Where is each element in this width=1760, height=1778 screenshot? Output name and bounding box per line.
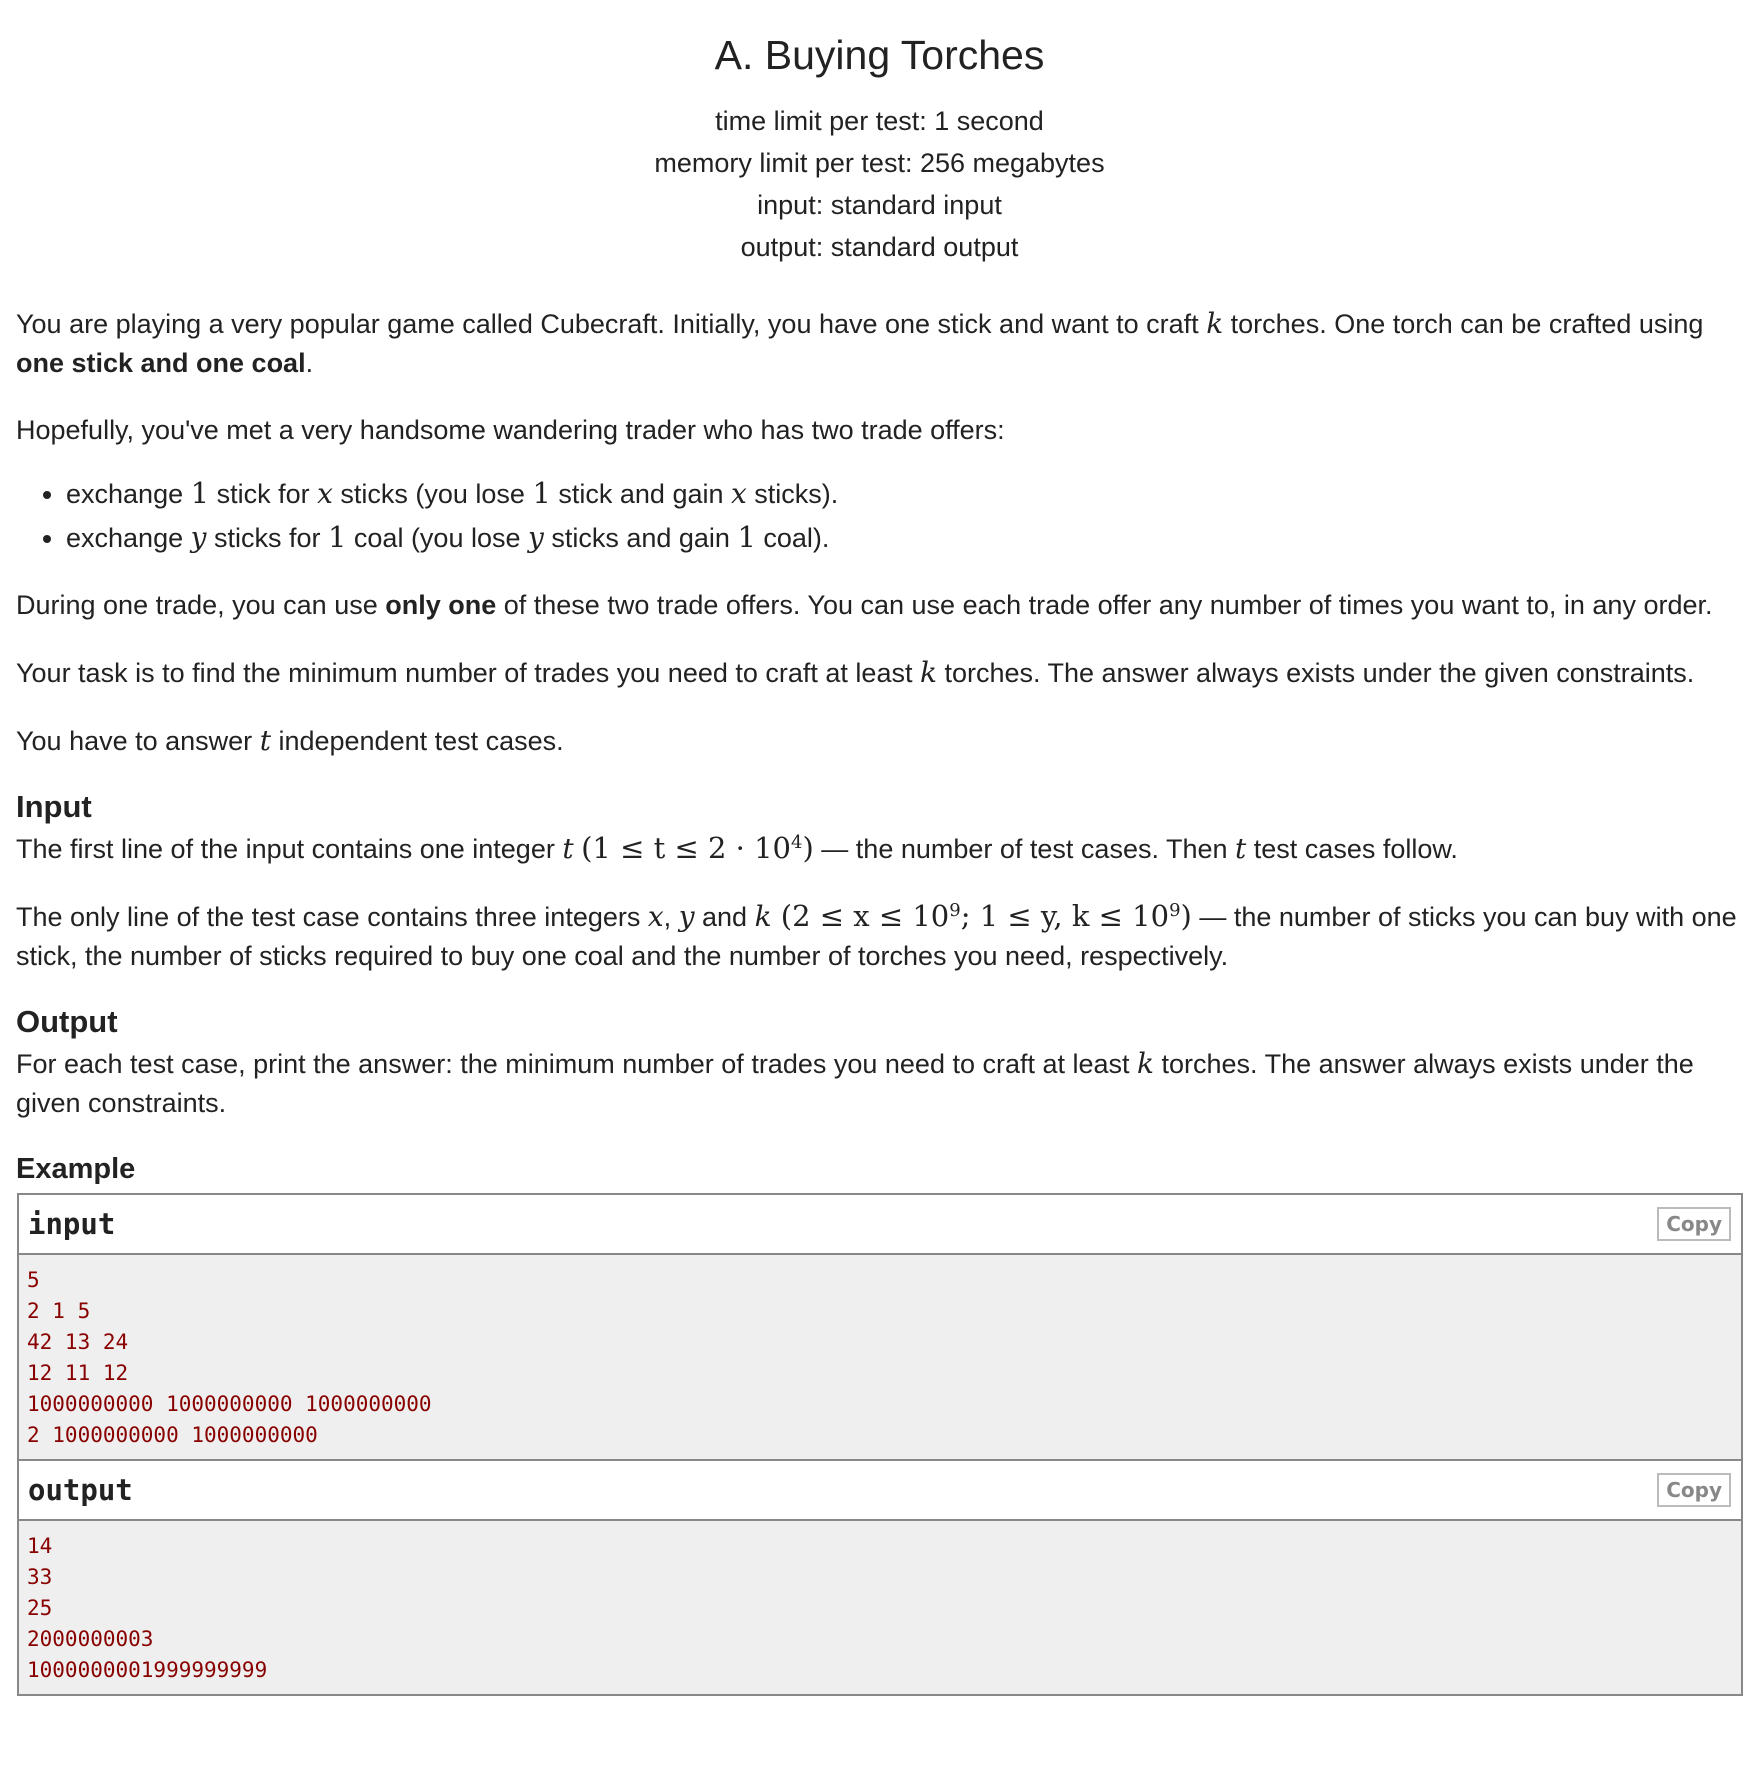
math-var: x	[647, 900, 664, 933]
legend-paragraph: Your task is to find the minimum number …	[16, 653, 1743, 693]
text: coal (you lose	[346, 523, 528, 553]
text: The only line of the test case contains …	[16, 902, 648, 932]
math-exponent: 9	[1169, 900, 1181, 921]
text: exchange	[66, 479, 191, 509]
legend-paragraph: You have to answer t independent test ca…	[16, 721, 1743, 761]
problem-header: A. Buying Torches time limit per test: 1…	[16, 0, 1743, 268]
text: You have to answer	[16, 726, 260, 756]
problem-statement: A. Buying Torches time limit per test: 1…	[0, 0, 1760, 1696]
math-exponent: 4	[791, 832, 803, 853]
math-var: t	[1235, 832, 1247, 865]
output-section-title: Output	[16, 1004, 118, 1039]
math-var: x	[731, 477, 747, 510]
bold-text: only one	[385, 590, 497, 620]
memory-limit: memory limit per test: 256 megabytes	[654, 148, 1105, 178]
input-line: 5	[27, 1268, 40, 1292]
text: sticks).	[746, 479, 839, 509]
output-specification: Output For each test case, print the ans…	[16, 1004, 1743, 1123]
text: sticks and gain	[543, 523, 738, 553]
text: exchange	[66, 523, 191, 553]
text: stick and gain	[550, 479, 731, 509]
sample-output-label: output	[28, 1473, 133, 1507]
input-file: input: standard input	[757, 190, 1002, 220]
sample-test-box: input Copy 5 2 1 5 42 13 24 12 11 12 1000000…	[17, 1193, 1743, 1696]
bold-text: one stick and one coal	[16, 348, 306, 378]
copy-output-button[interactable]: Copy	[1657, 1473, 1731, 1507]
output-line: 14	[27, 1534, 53, 1558]
output-line: 2000000003	[27, 1627, 154, 1651]
output-line: 25	[27, 1596, 53, 1620]
legend-paragraph: Hopefully, you've met a very handsome wa…	[16, 415, 1005, 445]
text: independent test cases.	[270, 726, 564, 756]
text: You are playing a very popular game call…	[16, 309, 1207, 339]
math-num: 1	[532, 476, 551, 510]
text: sticks for	[206, 523, 328, 553]
problem-title: A. Buying Torches	[714, 32, 1045, 78]
text: and	[694, 902, 755, 932]
output-line: 33	[27, 1565, 53, 1589]
legend-paragraph: You are playing a very popular game call…	[16, 304, 1743, 383]
math-var: k	[754, 900, 772, 933]
input-line: 2 1 5	[27, 1299, 91, 1323]
math-expr: )	[802, 831, 814, 865]
input-paragraph: The first line of the input contains one…	[16, 829, 1743, 869]
math-expr: (2 ≤ x ≤ 10	[771, 899, 950, 933]
example-title: Example	[16, 1153, 136, 1185]
math-expr: )	[1180, 899, 1192, 933]
math-var: t	[562, 832, 574, 865]
text: stick for	[209, 479, 318, 509]
math-num: 1	[737, 520, 756, 554]
output-file: output: standard output	[740, 232, 1019, 262]
text: .	[305, 348, 314, 378]
trade-offer-item: exchange 1 stick for x sticks (you lose …	[66, 472, 1743, 516]
text: of these two trade offers. You can use e…	[496, 590, 1713, 620]
output-line: 1000000001999999999	[27, 1658, 268, 1682]
math-var: k	[919, 656, 937, 689]
sample-input-label: input	[28, 1207, 116, 1241]
text: — the number of test cases. Then	[813, 834, 1236, 864]
text: coal).	[755, 523, 830, 553]
text: Your task is to find the minimum number …	[16, 658, 920, 688]
legend: You are playing a very popular game call…	[16, 304, 1743, 761]
sample-tests: Example input Copy 5 2 1 5 42 13 24 12 11 1…	[16, 1151, 1743, 1696]
input-line: 2 1000000000 1000000000	[27, 1423, 318, 1447]
text: For each test case, print the answer: th…	[16, 1049, 1138, 1079]
legend-paragraph: During one trade, you can use only one o…	[16, 586, 1743, 625]
math-var: k	[1206, 307, 1224, 340]
input-line: 1000000000 1000000000 1000000000	[27, 1392, 432, 1416]
input-line: 12 11 12	[27, 1361, 129, 1385]
math-var: x	[317, 477, 333, 510]
sample-output-header: output Copy	[19, 1459, 1741, 1521]
trade-offer-item: exchange y sticks for 1 coal (you lose y…	[66, 516, 1743, 560]
text: ,	[663, 902, 679, 932]
math-num: 1	[327, 520, 347, 554]
copy-input-button[interactable]: Copy	[1657, 1207, 1731, 1241]
math-exponent: 9	[949, 900, 961, 921]
output-paragraph: For each test case, print the answer: th…	[16, 1044, 1743, 1123]
math-var: y	[190, 521, 207, 554]
sample-output-content: 14 33 25 2000000003 1000000001999999999	[19, 1521, 1741, 1694]
sample-input-content: 5 2 1 5 42 13 24 12 11 12 1000000000 1000000…	[19, 1255, 1741, 1459]
sample-input-header: input Copy	[19, 1195, 1741, 1255]
math-num: 1	[190, 476, 210, 510]
input-line: 42 13 24	[27, 1330, 129, 1354]
math-expr: (1 ≤ t ≤ 2 · 10	[581, 831, 792, 865]
text: torches. The answer always exists under …	[936, 658, 1695, 688]
input-paragraph: The only line of the test case contains …	[16, 897, 1743, 976]
math-var: t	[259, 724, 271, 757]
trade-offers-list: exchange 1 stick for x sticks (you lose …	[16, 472, 1743, 560]
math-var: y	[678, 900, 695, 933]
time-limit: time limit per test: 1 second	[715, 106, 1044, 136]
input-section-title: Input	[16, 789, 92, 824]
input-specification: Input The first line of the input contai…	[16, 789, 1743, 976]
text: torches. One torch can be crafted using	[1223, 309, 1704, 339]
math-expr: ; 1 ≤ y, k ≤ 10	[960, 899, 1170, 933]
text: sticks (you lose	[332, 479, 533, 509]
math-var: k	[1137, 1047, 1155, 1080]
text: test cases follow.	[1246, 834, 1458, 864]
math-var: y	[528, 521, 544, 554]
text: During one trade, you can use	[16, 590, 386, 620]
text: The first line of the input contains one…	[16, 834, 563, 864]
